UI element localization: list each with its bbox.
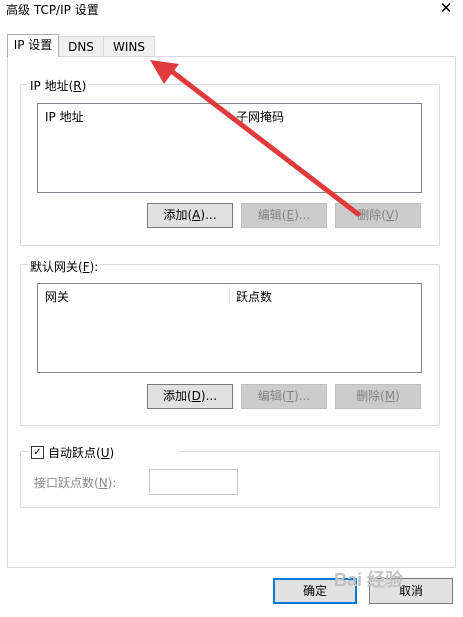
close-icon[interactable]: ✕ [436, 0, 456, 17]
column-header-subnet-mask[interactable]: 子网掩码 [236, 108, 284, 125]
tab-ip-settings-label: IP 设置 [13, 38, 53, 52]
auto-metric-row[interactable]: ✓ 自动跃点(U) [28, 444, 178, 460]
column-separator [229, 287, 230, 303]
column-separator [229, 107, 230, 123]
tab-dns-label: DNS [68, 40, 94, 54]
column-header-ip-address[interactable]: IP 地址 [45, 108, 84, 125]
interface-metric-input[interactable] [149, 469, 238, 495]
tab-ip-settings[interactable]: IP 设置 [7, 34, 59, 57]
gateway-add-button[interactable]: 添加(D)... [147, 384, 233, 409]
ip-edit-button[interactable]: 编辑(E)... [241, 203, 327, 228]
auto-metric-checkbox[interactable]: ✓ [31, 446, 44, 459]
tab-wins[interactable]: WINS [103, 36, 155, 57]
window-title: 高级 TCP/IP 设置 [6, 3, 99, 17]
ip-address-group-label: IP 地址(R) [28, 77, 89, 94]
ip-remove-button[interactable]: 删除(V) [335, 203, 421, 228]
column-header-gateway[interactable]: 网关 [45, 288, 69, 305]
ip-add-button[interactable]: 添加(A)... [147, 203, 233, 228]
default-gateway-group-label: 默认网关(F): [28, 258, 101, 275]
gateway-edit-button[interactable]: 编辑(T)... [241, 384, 327, 409]
column-header-metric[interactable]: 跃点数 [236, 288, 272, 305]
baidu-watermark: Bai 经验 [334, 570, 404, 590]
gateway-remove-button[interactable]: 删除(M) [335, 384, 421, 409]
auto-metric-label: 自动跃点(U) [48, 446, 115, 460]
interface-metric-label: 接口跃点数(N): [34, 476, 117, 490]
tab-dns[interactable]: DNS [58, 36, 104, 57]
tab-wins-label: WINS [113, 40, 145, 54]
